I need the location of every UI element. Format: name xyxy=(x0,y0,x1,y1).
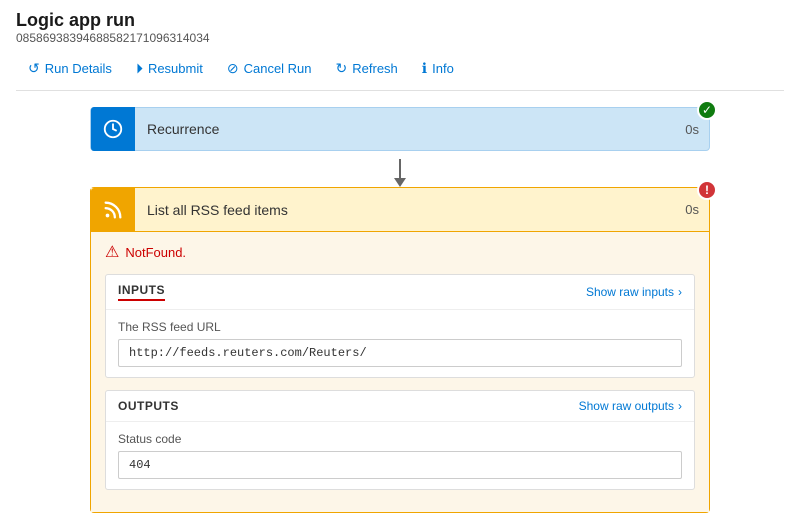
rss-node-label: List all RSS feed items xyxy=(135,202,675,218)
page-title: Logic app run xyxy=(16,10,784,31)
status-code-label: Status code xyxy=(118,432,682,446)
chevron-right-outputs-icon: › xyxy=(678,399,682,413)
cancel-run-button[interactable]: ⊘ Cancel Run xyxy=(215,55,324,82)
page-header: Logic app run 08586938394688582171096314… xyxy=(0,0,800,91)
rss-status-badge: ! xyxy=(697,180,717,200)
inputs-section-header: INPUTS Show raw inputs › xyxy=(106,275,694,310)
recurrence-icon xyxy=(91,107,135,151)
resubmit-icon: ⏵ xyxy=(136,60,143,77)
rss-node-header: List all RSS feed items 0s ! xyxy=(91,188,709,232)
error-message: NotFound. xyxy=(125,245,186,260)
resubmit-button[interactable]: ⏵ Resubmit xyxy=(124,55,215,82)
outputs-title: OUTPUTS xyxy=(118,399,179,413)
outputs-section-header: OUTPUTS Show raw outputs › xyxy=(106,391,694,422)
run-id: 08586938394688582171096314034 xyxy=(16,31,784,45)
inputs-content: The RSS feed URL http://feeds.reuters.co… xyxy=(106,310,694,377)
error-banner: ⚠ NotFound. xyxy=(105,242,695,262)
feed-url-value: http://feeds.reuters.com/Reuters/ xyxy=(118,339,682,367)
recurrence-label: Recurrence xyxy=(135,121,675,137)
rss-node-duration: 0s xyxy=(675,202,709,217)
rss-icon xyxy=(91,188,135,232)
run-details-icon: ↺ xyxy=(28,60,40,77)
status-code-value: 404 xyxy=(118,451,682,479)
refresh-button[interactable]: ↻ Refresh xyxy=(324,55,410,82)
arrow-down xyxy=(399,159,401,179)
warning-icon: ⚠ xyxy=(105,242,119,262)
recurrence-node[interactable]: Recurrence 0s ✓ xyxy=(90,107,710,151)
info-icon: ℹ xyxy=(422,60,427,77)
refresh-icon: ↻ xyxy=(336,60,348,77)
recurrence-status-badge: ✓ xyxy=(697,100,717,120)
recurrence-duration: 0s xyxy=(675,122,709,137)
toolbar: ↺ Run Details ⏵ Resubmit ⊘ Cancel Run ↻ … xyxy=(16,51,784,91)
feed-url-label: The RSS feed URL xyxy=(118,320,682,334)
rss-node[interactable]: List all RSS feed items 0s ! ⚠ NotFound.… xyxy=(90,187,710,513)
cancel-icon: ⊘ xyxy=(227,60,239,77)
arrow-connector xyxy=(90,151,710,187)
run-details-button[interactable]: ↺ Run Details xyxy=(16,55,124,82)
main-content: Recurrence 0s ✓ List all RSS feed items … xyxy=(0,91,800,519)
outputs-content: Status code 404 xyxy=(106,422,694,489)
chevron-right-icon: › xyxy=(678,285,682,299)
show-raw-inputs-link[interactable]: Show raw inputs › xyxy=(586,285,682,299)
outputs-section: OUTPUTS Show raw outputs › Status code 4… xyxy=(105,390,695,490)
inputs-title: INPUTS xyxy=(118,283,165,301)
inputs-section: INPUTS Show raw inputs › The RSS feed UR… xyxy=(105,274,695,378)
info-button[interactable]: ℹ Info xyxy=(410,55,466,82)
show-raw-outputs-link[interactable]: Show raw outputs › xyxy=(579,399,682,413)
rss-node-body: ⚠ NotFound. INPUTS Show raw inputs › The… xyxy=(91,232,709,512)
